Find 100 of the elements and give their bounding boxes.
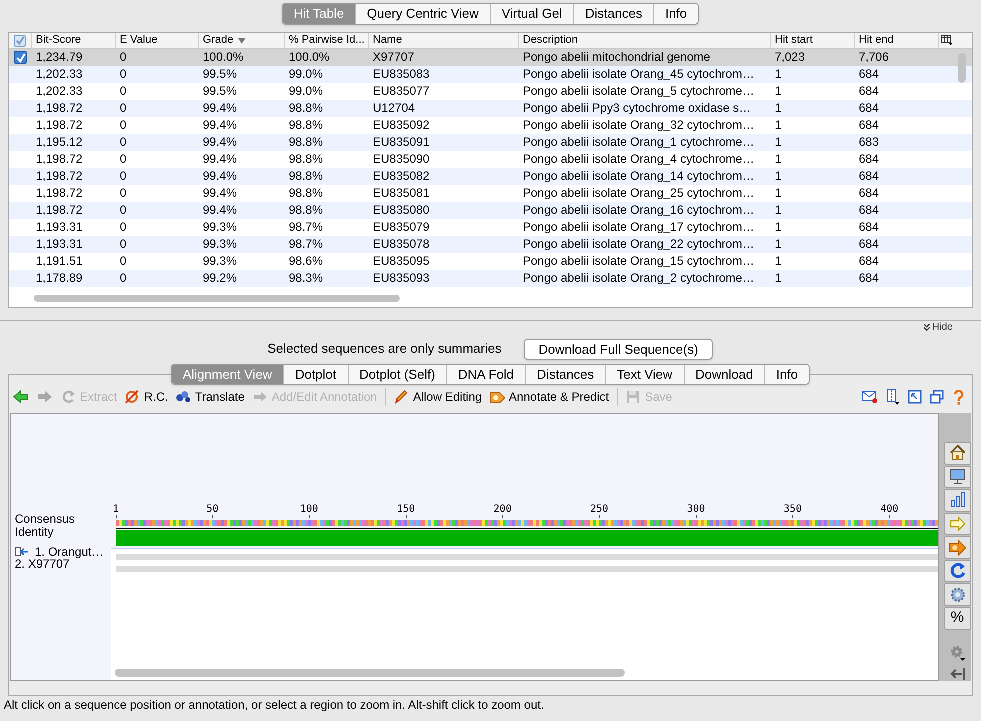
column-header[interactable]: Bit-Score bbox=[36, 33, 82, 48]
table-cell: 1 bbox=[775, 271, 782, 285]
arrow-right-icon bbox=[948, 515, 966, 534]
percent-button[interactable]: % bbox=[944, 607, 971, 630]
view-tab[interactable]: Query Centric View bbox=[355, 4, 490, 24]
refresh-button[interactable] bbox=[944, 560, 971, 582]
table-cell: 99.4% bbox=[203, 186, 238, 200]
settings-icon[interactable] bbox=[950, 645, 966, 662]
table-cell: Pongo abelii Ppy3 cytochrome oxidase s… bbox=[523, 101, 752, 115]
toolbar-button[interactable]: Translate bbox=[176, 388, 245, 406]
sequence-label[interactable]: 1. Orangut… bbox=[31, 546, 104, 558]
document-tab[interactable]: Distances bbox=[525, 365, 606, 384]
home-button[interactable] bbox=[944, 442, 971, 465]
monitor-icon bbox=[948, 468, 966, 486]
ruler-label: 200 bbox=[494, 504, 512, 515]
table-row[interactable]: 1,198.72 0 99.4% 98.8% EU835080 Pongo abelii isolate Orang_16 cytochrom… 1 684 bbox=[9, 202, 972, 219]
column-header[interactable]: % Pairwise Id... bbox=[289, 33, 365, 48]
table-row[interactable]: 1,193.31 0 99.3% 98.7% EU835078 Pongo abelii isolate Orang_22 cytochrom… 1 684 bbox=[9, 236, 972, 253]
document-tab[interactable]: Dotplot (Self) bbox=[348, 365, 446, 384]
table-cell: EU835078 bbox=[373, 237, 430, 251]
table-cell: 99.3% bbox=[203, 254, 238, 268]
column-header[interactable]: Hit start bbox=[775, 33, 813, 48]
table-cell: 684 bbox=[859, 271, 880, 285]
column-header[interactable]: Hit end bbox=[859, 33, 894, 48]
ruler-label: 400 bbox=[880, 504, 899, 515]
table-cell: 98.8% bbox=[289, 101, 324, 115]
table-cell: 0 bbox=[120, 67, 127, 81]
table-cell: 1 bbox=[775, 135, 782, 149]
table-cell: 0 bbox=[120, 254, 127, 268]
table-row[interactable]: 1,198.72 0 99.4% 98.8% EU835082 Pongo abelii isolate Orang_14 cytochrom… 1 684 bbox=[9, 168, 972, 185]
toolbar-button[interactable]: Annotate & Predict bbox=[490, 388, 610, 406]
new-window-icon[interactable] bbox=[930, 390, 944, 404]
table-cell: 1,193.31 bbox=[36, 220, 83, 234]
row-checkbox[interactable] bbox=[14, 51, 27, 64]
forward-arrow-icon bbox=[37, 390, 53, 404]
column-header[interactable]: Name bbox=[373, 33, 402, 48]
document-tab[interactable]: Download bbox=[684, 365, 764, 384]
table-cell: 684 bbox=[859, 84, 880, 98]
split-view-icon[interactable] bbox=[886, 389, 900, 405]
toolbar-button[interactable]: Allow Editing bbox=[394, 388, 482, 406]
sequence-label[interactable]: 2. X97707 bbox=[15, 558, 70, 570]
table-row[interactable]: 1,198.72 0 99.4% 98.8% U12704 Pongo abelii Ppy3 cytochrome oxidase s… 1 684 bbox=[9, 100, 972, 117]
horizontal-scrollbar[interactable] bbox=[115, 669, 625, 677]
document-tab[interactable]: Dotplot bbox=[283, 365, 348, 384]
column-chooser-icon[interactable] bbox=[941, 35, 953, 46]
toolbar-button[interactable]: R.C. bbox=[125, 388, 168, 406]
spheres-icon bbox=[176, 390, 192, 404]
table-cell: Pongo abelii isolate Orang_45 cytochrom… bbox=[523, 67, 754, 81]
table-cell: EU835080 bbox=[373, 203, 430, 217]
table-cell: 98.8% bbox=[289, 186, 324, 200]
bar-chart-button[interactable] bbox=[944, 489, 971, 512]
gear-button[interactable] bbox=[944, 583, 971, 606]
table-cell: EU835079 bbox=[373, 220, 430, 234]
table-cell: 98.7% bbox=[289, 220, 324, 234]
table-cell: 1,198.72 bbox=[36, 118, 83, 132]
table-cell: 98.3% bbox=[289, 271, 324, 285]
vertical-scrollbar[interactable] bbox=[958, 53, 966, 83]
view-tab[interactable]: Virtual Gel bbox=[490, 4, 574, 24]
table-cell: EU835081 bbox=[373, 186, 430, 200]
table-cell: 0 bbox=[120, 152, 127, 166]
table-row[interactable]: 1,178.89 0 99.2% 98.3% EU835093 Pongo abelii isolate Orang_2 cytochrome… 1 684 bbox=[9, 270, 972, 287]
table-row[interactable]: 1,202.33 0 99.5% 99.0% EU835083 Pongo abelii isolate Orang_45 cytochrom… 1 684 bbox=[9, 66, 972, 83]
column-header[interactable]: Grade bbox=[203, 33, 234, 48]
table-cell: 98.8% bbox=[289, 135, 324, 149]
document-tab[interactable]: Info bbox=[764, 365, 810, 384]
table-cell: 1 bbox=[775, 152, 782, 166]
view-tab[interactable]: Info bbox=[653, 4, 698, 24]
ruler-label: 350 bbox=[784, 504, 802, 515]
table-cell: 1 bbox=[775, 220, 782, 234]
table-row[interactable]: 1,234.79 0 100.0% 100.0% X97707 Pongo abelii mitochondrial genome 7,023 7,706 bbox=[9, 49, 972, 66]
select-all-checkbox[interactable] bbox=[14, 34, 26, 46]
help-icon[interactable] bbox=[952, 390, 966, 404]
monitor-button[interactable] bbox=[944, 466, 971, 488]
collapse-panel-icon[interactable] bbox=[950, 667, 966, 682]
back-arrow-button[interactable] bbox=[13, 390, 29, 404]
horizontal-scrollbar[interactable] bbox=[34, 295, 400, 302]
table-cell: 99.2% bbox=[203, 271, 238, 285]
column-header[interactable]: Description bbox=[523, 33, 578, 48]
collapse-icon[interactable] bbox=[908, 390, 922, 404]
table-row[interactable]: 1,195.12 0 99.4% 98.8% EU835091 Pongo abelii isolate Orang_1 cytochrome… 1 683 bbox=[9, 134, 972, 151]
arrow-right-button[interactable] bbox=[944, 512, 971, 536]
table-cell: 684 bbox=[859, 254, 880, 268]
document-tab[interactable]: Text View bbox=[605, 365, 684, 384]
column-header[interactable]: E Value bbox=[120, 33, 158, 48]
table-cell: 684 bbox=[859, 237, 880, 251]
hide-link[interactable]: Hide bbox=[924, 320, 953, 334]
track-label: Consensus bbox=[15, 513, 76, 526]
table-cell: 684 bbox=[859, 118, 880, 132]
table-cell: 0 bbox=[120, 237, 127, 251]
table-cell: EU835090 bbox=[373, 152, 430, 166]
table-cell: Pongo abelii isolate Orang_16 cytochrom… bbox=[523, 203, 754, 217]
download-button[interactable]: Download Full Sequence(s) bbox=[524, 338, 714, 360]
table-cell: 1,234.79 bbox=[36, 50, 83, 64]
document-tab[interactable]: DNA Fold bbox=[446, 365, 526, 384]
table-cell: 99.4% bbox=[203, 203, 238, 217]
table-cell: Pongo abelii isolate Orang_4 cytochrome… bbox=[523, 152, 754, 166]
view-tab[interactable]: Distances bbox=[573, 4, 654, 24]
table-cell: 100.0% bbox=[289, 50, 330, 64]
table-cell: 1 bbox=[775, 101, 782, 115]
envelope-icon[interactable] bbox=[862, 390, 878, 404]
